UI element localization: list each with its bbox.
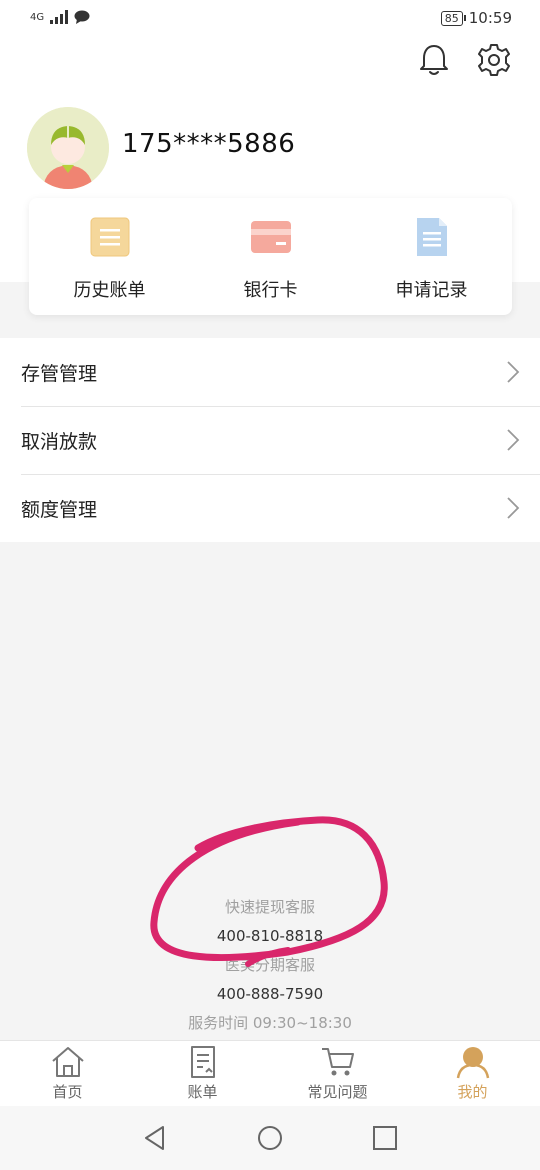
masked-phone-number: 175****5886 (122, 129, 296, 159)
chevron-right-icon (507, 429, 520, 451)
quick-action-application-record[interactable]: 申请记录 (351, 198, 512, 315)
tab-label: 常见问题 (307, 1083, 368, 1101)
bottom-tab-bar: 首页 账单 常见问题 我的 (0, 1040, 540, 1106)
customer-service-info: 快速提现客服 400-810-8818 医美分期客服 400-888-7590 … (0, 893, 540, 1038)
cash-service-phone[interactable]: 400-810-8818 (0, 922, 540, 951)
quick-action-label: 银行卡 (243, 280, 298, 301)
battery-icon: 85 (440, 10, 466, 26)
service-hours: 服务时间 09:30~18:30 (188, 1014, 352, 1032)
quick-action-bill-history[interactable]: 历史账单 (29, 198, 190, 315)
home-button-icon[interactable] (256, 1124, 284, 1152)
menu-item-label: 存管管理 (21, 362, 98, 385)
status-left: 4G (30, 10, 90, 24)
tab-faq[interactable]: 常见问题 (270, 1041, 405, 1106)
network-indicator: 4G (30, 11, 45, 23)
quick-action-bank-card[interactable]: 银行卡 (190, 198, 351, 315)
tab-label: 我的 (457, 1083, 488, 1101)
gear-icon[interactable] (476, 42, 512, 78)
menu-item-cancel-loan[interactable]: 取消放款 (0, 406, 540, 474)
recents-icon[interactable] (371, 1124, 399, 1152)
system-nav-bar (0, 1106, 540, 1170)
chevron-right-icon (507, 497, 520, 519)
tab-label: 首页 (52, 1083, 83, 1101)
bill-history-icon (90, 217, 129, 257)
settings-menu: 存管管理 取消放款 额度管理 (0, 338, 540, 542)
menu-item-label: 取消放款 (21, 430, 98, 453)
quick-action-label: 历史账单 (73, 280, 146, 301)
tab-label: 账单 (187, 1083, 218, 1101)
message-icon (74, 10, 90, 24)
bank-card-icon (250, 221, 291, 253)
menu-item-label: 额度管理 (21, 498, 98, 521)
avatar-illustration (27, 107, 109, 189)
tab-home[interactable]: 首页 (0, 1041, 135, 1106)
bill-icon (190, 1046, 215, 1078)
home-icon (51, 1047, 84, 1077)
signal-icon (50, 10, 69, 24)
status-bar: 4G 85 10:59 (0, 0, 540, 36)
bell-icon[interactable] (416, 42, 452, 78)
installment-service-title: 医美分期客服 (224, 956, 315, 974)
tab-mine[interactable]: 我的 (405, 1041, 540, 1106)
avatar[interactable] (27, 107, 109, 189)
chevron-right-icon (507, 361, 520, 383)
quick-actions-card: 历史账单 银行卡 申请记录 (29, 198, 512, 315)
application-record-icon (416, 218, 447, 256)
user-icon (456, 1047, 489, 1079)
tab-bills[interactable]: 账单 (135, 1041, 270, 1106)
clock: 10:59 (468, 9, 512, 27)
back-icon[interactable] (141, 1124, 169, 1152)
menu-item-depository-management[interactable]: 存管管理 (0, 338, 540, 406)
menu-item-credit-limit[interactable]: 额度管理 (0, 474, 540, 542)
status-right: 85 10:59 (440, 9, 512, 27)
cash-service-title: 快速提现客服 (224, 898, 315, 916)
installment-service-phone[interactable]: 400-888-7590 (0, 980, 540, 1009)
cart-icon (321, 1048, 354, 1076)
quick-action-label: 申请记录 (395, 280, 468, 301)
